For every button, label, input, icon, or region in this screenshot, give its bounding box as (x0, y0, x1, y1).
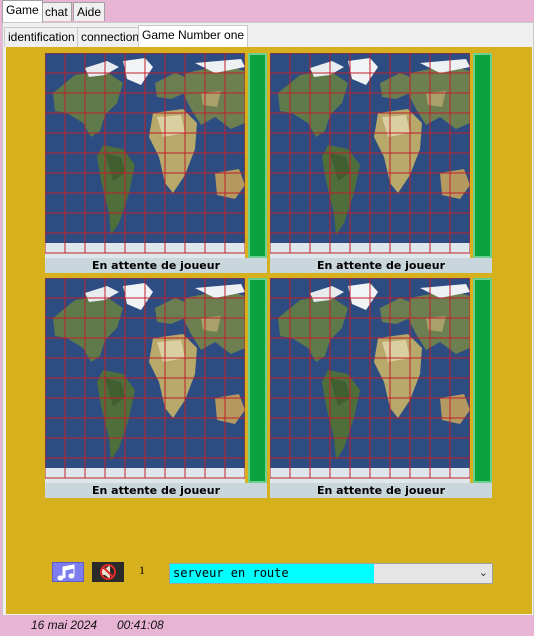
player-status-bar (248, 53, 267, 258)
tab-chat[interactable]: chat (41, 2, 72, 21)
music-note-icon[interactable] (51, 561, 85, 583)
tab-game-number-one[interactable]: Game Number one (138, 25, 249, 47)
board-status-label: En attente de joueur (45, 258, 267, 273)
player-board: En attente de joueur (270, 53, 492, 275)
player-count: 1 (139, 563, 145, 577)
world-map-grid[interactable] (270, 53, 470, 258)
player-status-bar (473, 53, 492, 258)
player-status-bar (473, 278, 492, 483)
footer-time: 00:41:08 (117, 618, 164, 632)
world-map-grid[interactable] (45, 53, 245, 258)
status-footer: 16 mai 2024 00:41:08 (0, 615, 534, 636)
tab-game[interactable]: Game (2, 0, 43, 22)
server-status-select[interactable]: serveur en route ⌄ (169, 563, 493, 584)
player-board: En attente de joueur (45, 53, 267, 275)
board-status-label: En attente de joueur (45, 483, 267, 498)
game-panel: identification connection Game Number on… (2, 22, 534, 617)
board-status-label: En attente de joueur (270, 483, 492, 498)
player-board: En attente de joueur (45, 278, 267, 500)
dropdown-area[interactable]: ⌄ (374, 564, 492, 583)
board-status-label: En attente de joueur (270, 258, 492, 273)
tab-aide[interactable]: Aide (73, 2, 106, 21)
player-status-bar (248, 278, 267, 483)
server-status-value: serveur en route (170, 564, 374, 583)
tab-connection[interactable]: connection (77, 27, 144, 47)
tab-identification[interactable]: identification (4, 27, 79, 47)
world-map-grid[interactable] (45, 278, 245, 483)
game-area: En attente de joueur En attente de joueu… (6, 47, 532, 614)
player-board: En attente de joueur (270, 278, 492, 500)
chevron-down-icon: ⌄ (478, 567, 488, 579)
speaker-muted-icon[interactable] (92, 562, 124, 582)
world-map-grid[interactable] (270, 278, 470, 483)
top-tab-strip: Game chat Aide (0, 0, 534, 22)
footer-date: 16 mai 2024 (31, 618, 98, 632)
